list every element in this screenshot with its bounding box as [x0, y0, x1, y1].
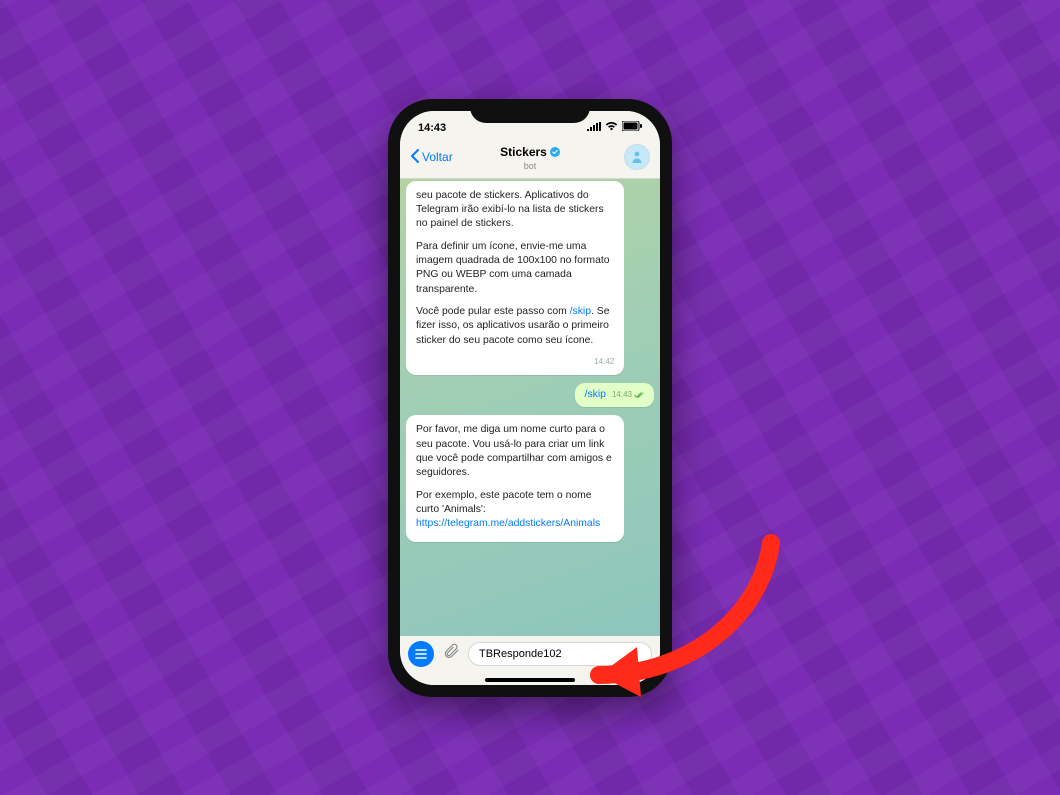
message-input[interactable]: TBResponde102	[468, 642, 652, 666]
phone-notch	[470, 99, 590, 123]
message-time: 14:42	[416, 356, 614, 367]
battery-icon	[622, 121, 642, 134]
message-incoming[interactable]: Por favor, me diga um nome curto para o …	[406, 415, 624, 542]
message-input-bar: TBResponde102	[400, 636, 660, 675]
home-indicator-area	[400, 675, 660, 685]
chat-avatar[interactable]	[624, 144, 650, 170]
message-text: Por favor, me diga um nome curto para o …	[416, 423, 614, 480]
message-text-span: Você pode pular este passo com	[416, 306, 570, 317]
chat-nav-bar: Voltar Stickers bot	[400, 139, 660, 179]
status-icons	[587, 121, 642, 134]
chat-messages[interactable]: seu pacote de stickers. Aplicativos do T…	[400, 179, 660, 636]
home-indicator	[485, 678, 575, 682]
status-time: 14:43	[418, 122, 446, 134]
message-outgoing[interactable]: /skip 14:43	[575, 383, 654, 407]
menu-button[interactable]	[408, 641, 434, 667]
message-text: Para definir um ícone, envie-me uma imag…	[416, 240, 614, 297]
menu-icon	[415, 649, 427, 659]
message-link[interactable]: /skip	[570, 306, 591, 317]
message-text-span: Por exemplo, este pacote tem o nome curt…	[416, 490, 592, 515]
chat-title: Stickers	[500, 145, 547, 159]
message-time: 14:43	[612, 390, 632, 401]
message-link-url[interactable]: https://telegram.me/addstickers/Animals	[416, 518, 600, 529]
verified-icon	[550, 147, 560, 157]
message-text: seu pacote de stickers. Aplicativos do T…	[416, 189, 614, 232]
message-command[interactable]: /skip	[585, 388, 606, 402]
wifi-icon	[605, 122, 618, 134]
message-incoming[interactable]: seu pacote de stickers. Aplicativos do T…	[406, 181, 624, 376]
chat-title-row: Stickers	[500, 145, 560, 159]
message-text: Por exemplo, este pacote tem o nome curt…	[416, 489, 614, 532]
message-text: Você pode pular este passo com /skip. Se…	[416, 305, 614, 348]
signal-icon	[587, 122, 601, 134]
paperclip-icon	[442, 642, 460, 660]
message-time-out: 14:43	[612, 390, 644, 401]
phone-screen: 14:43 Voltar	[400, 111, 660, 685]
checks-icon	[634, 392, 644, 399]
phone-frame: 14:43 Voltar	[388, 99, 672, 697]
chat-subtitle: bot	[400, 161, 660, 171]
nav-center[interactable]: Stickers bot	[400, 143, 660, 171]
attach-button[interactable]	[442, 642, 460, 665]
